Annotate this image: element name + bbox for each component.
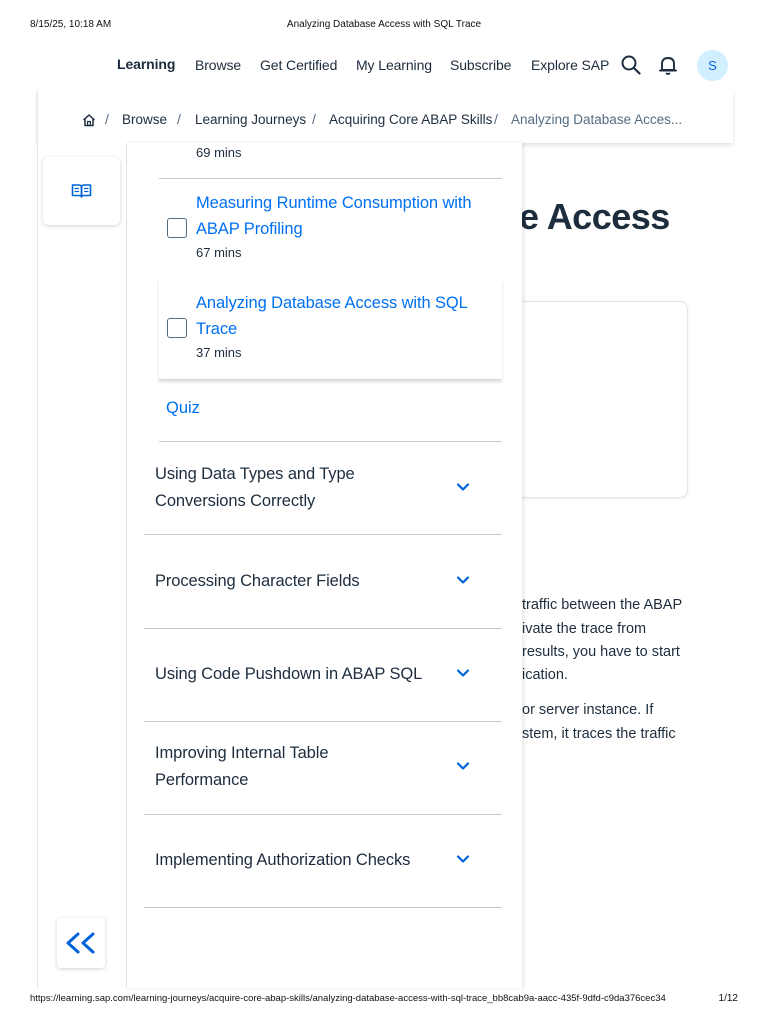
chevron-down-icon[interactable]: [453, 756, 473, 776]
breadcrumb: / Browse / Learning Journeys / Acquiring…: [37, 90, 733, 143]
divider: [144, 534, 502, 535]
chevron-down-icon[interactable]: [453, 570, 473, 590]
breadcrumb-separator: /: [312, 111, 316, 127]
unit-title[interactable]: Improving Internal Table Performance: [155, 740, 365, 794]
print-title: Analyzing Database Access with SQL Trace: [286, 19, 482, 30]
body-text-line: stem, it traces the traffic: [522, 726, 676, 742]
lesson-title[interactable]: Analyzing Database Access with SQL Trace: [196, 290, 486, 342]
double-chevron-left-icon: [66, 932, 95, 954]
divider: [159, 441, 502, 442]
top-navigation: Learning Browse Get Certified My Learnin…: [0, 48, 768, 84]
divider: [144, 721, 502, 722]
chevron-down-icon[interactable]: [453, 849, 473, 869]
unit-title[interactable]: Using Code Pushdown in ABAP SQL: [155, 661, 445, 688]
bell-icon[interactable]: [657, 54, 679, 76]
page-title-fragment: e Access: [519, 196, 670, 237]
left-rail: [37, 143, 127, 988]
nav-learning[interactable]: Learning: [117, 56, 175, 72]
divider: [144, 628, 502, 629]
body-text-line: results, you have to start: [522, 644, 680, 660]
lesson-duration: 67 mins: [196, 245, 242, 260]
body-text-line: or server instance. If: [522, 702, 654, 718]
chevron-down-icon[interactable]: [453, 663, 473, 683]
breadcrumb-current-page: Analyzing Database Acces...: [511, 112, 683, 127]
breadcrumb-acquiring-core-abap-skills[interactable]: Acquiring Core ABAP Skills: [329, 112, 492, 127]
breadcrumb-learning-journeys[interactable]: Learning Journeys: [195, 112, 306, 127]
body-text-line: ication.: [522, 667, 568, 683]
divider: [144, 907, 502, 908]
lesson-checkbox[interactable]: [167, 318, 187, 338]
body-text-line: traffic between the ABAP: [522, 597, 683, 613]
book-icon: [71, 184, 92, 198]
lesson-title[interactable]: Measuring Runtime Consumption with ABAP …: [196, 190, 486, 242]
lesson-duration: 69 mins: [196, 145, 242, 160]
search-icon[interactable]: [620, 54, 642, 76]
nav-get-certified[interactable]: Get Certified: [260, 57, 337, 73]
content-card: [500, 301, 688, 498]
home-icon[interactable]: [82, 113, 96, 127]
avatar[interactable]: S: [697, 50, 728, 81]
lesson-checkbox[interactable]: [167, 218, 187, 238]
lesson-duration: 37 mins: [196, 345, 242, 360]
collapse-panel-button[interactable]: [57, 918, 105, 968]
print-page-number: 1/12: [718, 993, 738, 1004]
nav-browse[interactable]: Browse: [195, 57, 241, 73]
outline-toggle-button[interactable]: [43, 157, 120, 225]
body-text-line: ivate the trace from: [522, 621, 647, 637]
print-url: https://learning.sap.com/learning-journe…: [30, 993, 666, 1004]
breadcrumb-separator: /: [177, 111, 181, 127]
unit-title[interactable]: Using Data Types and Type Conversions Co…: [155, 461, 415, 515]
chevron-down-icon[interactable]: [453, 477, 473, 497]
breadcrumb-separator: /: [494, 111, 498, 127]
quiz-link[interactable]: Quiz: [166, 399, 200, 418]
nav-explore-sap[interactable]: Explore SAP: [531, 57, 609, 73]
divider: [144, 814, 502, 815]
lesson-item[interactable]: Measuring Runtime Consumption with ABAP …: [159, 179, 502, 279]
breadcrumb-separator: /: [105, 111, 109, 127]
nav-subscribe[interactable]: Subscribe: [450, 57, 511, 73]
unit-title[interactable]: Implementing Authorization Checks: [155, 847, 445, 874]
course-outline-panel: 69 mins Measuring Runtime Consumption wi…: [127, 143, 522, 988]
nav-my-learning[interactable]: My Learning: [356, 57, 432, 73]
lesson-item-current[interactable]: Analyzing Database Access with SQL Trace…: [159, 280, 502, 380]
unit-title[interactable]: Processing Character Fields: [155, 568, 415, 595]
breadcrumb-browse[interactable]: Browse: [122, 112, 167, 127]
